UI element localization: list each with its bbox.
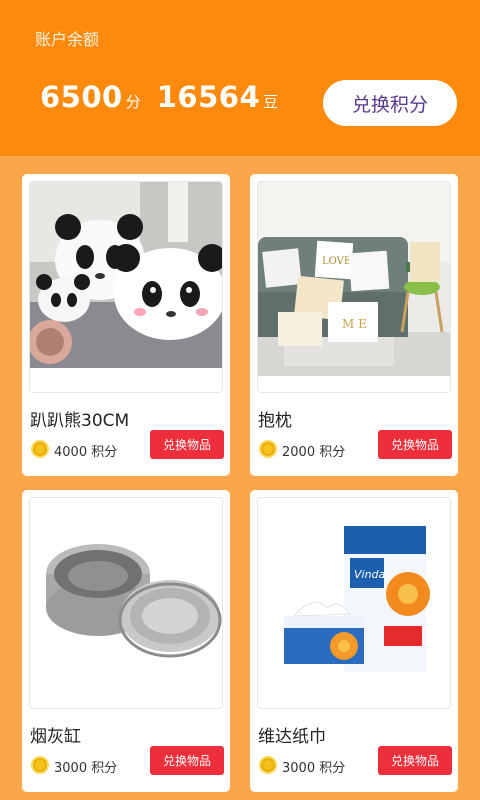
beans-unit: 豆 [263,93,279,111]
coin-icon [31,756,49,774]
exchange-points-button[interactable]: 兑换积分 [323,80,457,126]
points-unit: 分 [125,93,141,111]
product-price: 4000 积分 [54,445,118,460]
product-image-ashtray [29,497,223,709]
beans-value: 16564 [156,80,261,114]
exchange-item-button[interactable]: 兑换物品 [378,746,452,775]
product-card-pillow[interactable]: LOVE M E 抱枕 2000 积分 兑换物品 [250,174,458,476]
product-price: 3000 积分 [282,761,346,776]
svg-text:M E: M E [342,317,367,331]
exchange-item-button[interactable]: 兑换物品 [150,430,224,459]
balance-display: 6500 分 16564 豆 [40,80,294,114]
product-price: 3000 积分 [54,761,118,776]
exchange-item-button[interactable]: 兑换物品 [378,430,452,459]
product-name: 抱枕 [258,411,292,431]
product-image-panda [29,181,223,393]
points-value: 6500 [40,80,123,114]
account-balance-label: 账户余额 [35,30,100,49]
coin-icon [259,440,277,458]
coin-icon [259,756,277,774]
svg-text:Vinda: Vinda [354,568,386,581]
product-price: 2000 积分 [282,445,346,460]
product-card-ashtray[interactable]: 烟灰缸 3000 积分 兑换物品 [22,490,230,792]
product-card-panda[interactable]: 趴趴熊30CM 4000 积分 兑换物品 [22,174,230,476]
coin-icon [31,440,49,458]
account-header: 账户余额 6500 分 16564 豆 兑换积分 [0,0,480,156]
product-image-pillow: LOVE M E [257,181,451,393]
product-image-tissue: Vinda [257,497,451,709]
product-name: 烟灰缸 [30,727,81,747]
product-name: 维达纸巾 [258,727,326,747]
product-card-tissue[interactable]: Vinda 维达纸巾 3000 积分 兑换物品 [250,490,458,792]
exchange-item-button[interactable]: 兑换物品 [150,746,224,775]
svg-text:LOVE: LOVE [322,256,351,267]
product-name: 趴趴熊30CM [30,411,130,431]
